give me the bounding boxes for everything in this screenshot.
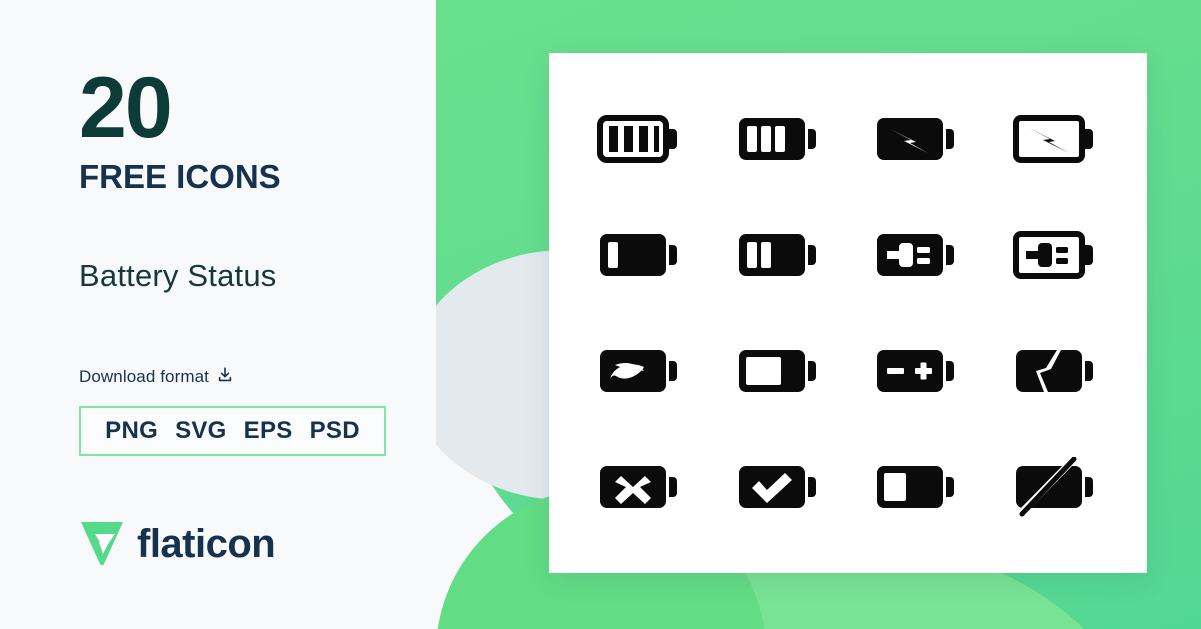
download-format-row: Download format — [79, 366, 436, 389]
icon-count: 20 — [79, 60, 173, 156]
format-option-svg[interactable]: SVG — [175, 417, 227, 445]
battery-ok-check-icon — [710, 429, 849, 545]
battery-plug-filled-icon — [848, 197, 987, 313]
battery-broken-cracked-icon — [987, 313, 1126, 429]
format-option-psd[interactable]: PSD — [310, 417, 360, 445]
info-panel: 20 FREE ICONS Battery Status Download fo… — [0, 0, 436, 629]
battery-three-bars-icon — [710, 81, 849, 197]
download-format-options[interactable]: PNG SVG EPS PSD — [79, 405, 386, 456]
format-option-eps[interactable]: EPS — [244, 417, 293, 445]
battery-charging-filled-icon — [848, 81, 987, 197]
battery-terminals-plus-minus-icon — [848, 313, 987, 429]
battery-half-charge-icon — [848, 429, 987, 545]
preview-stage: 20 FREE ICONS Battery Status Download fo… — [0, 0, 1201, 629]
download-format-label: Download format — [79, 367, 210, 387]
download-icon[interactable] — [216, 366, 234, 389]
battery-two-bars-icon — [710, 197, 849, 313]
brand-logo[interactable]: flaticon — [79, 518, 436, 571]
battery-one-bar-low-icon — [571, 197, 710, 313]
free-icons-label: FREE ICONS — [79, 157, 281, 195]
battery-plug-outline-icon — [987, 197, 1126, 313]
format-option-png[interactable]: PNG — [105, 417, 158, 445]
brand-name: flaticon — [137, 521, 276, 566]
battery-disabled-slash-icon — [987, 429, 1126, 545]
pack-title: Battery Status — [79, 257, 277, 293]
battery-error-cross-icon — [571, 429, 710, 545]
flaticon-logo-icon — [79, 518, 125, 571]
battery-eco-leaf-icon — [571, 313, 710, 429]
icon-preview-card — [549, 53, 1147, 573]
battery-full-four-bars-icon — [571, 81, 710, 197]
battery-charging-outline-icon — [987, 81, 1126, 197]
battery-high-charge-icon — [710, 313, 849, 429]
